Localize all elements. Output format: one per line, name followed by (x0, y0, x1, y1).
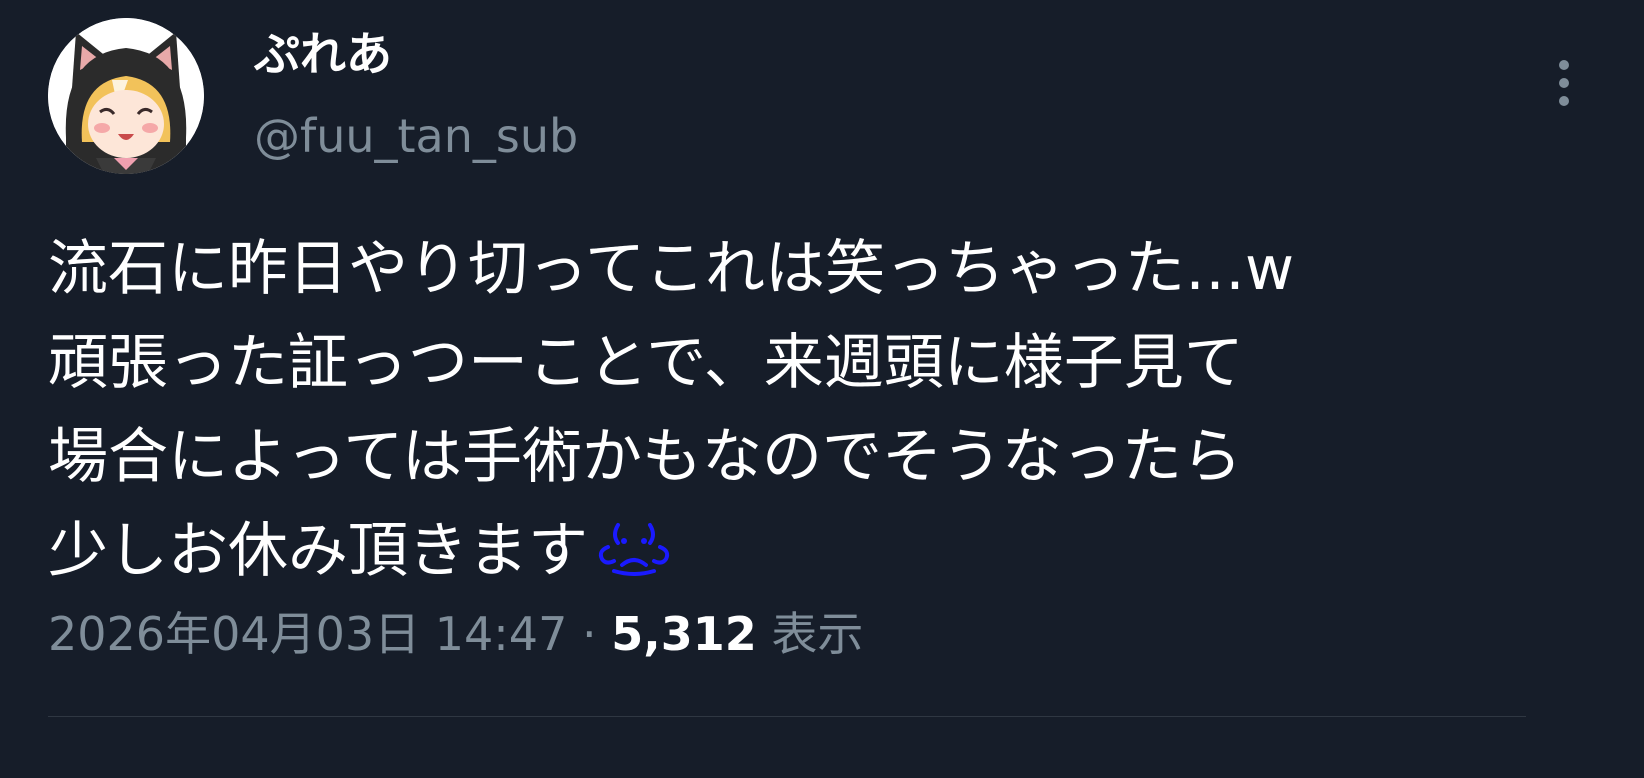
avatar-image (48, 18, 204, 174)
tweet-text-line-last: 少しお休み頂きます (48, 504, 1608, 598)
tweet-text: 流石に昨日やり切ってこれは笑っちゃった…w 頑張った証っつーことで、来週頭に様子… (48, 222, 1608, 598)
tweet: ぷれあ @fuu_tan_sub 流石に昨日やり切ってこれは笑っちゃった…w 頑… (0, 0, 1644, 778)
more-vertical-icon (1559, 60, 1569, 70)
views-count: 5,312 (611, 607, 757, 661)
views-label: 表示 (771, 607, 864, 661)
tweet-meta: 2026年04月03日 14:47 · 5,312 表示 (48, 604, 863, 664)
avatar[interactable] (48, 18, 204, 174)
more-vertical-icon-dot (1559, 96, 1569, 106)
crying-face-emoji-icon (598, 523, 670, 576)
tweet-time[interactable]: 14:47 (435, 607, 568, 661)
tweet-text-line: 流石に昨日やり切ってこれは笑っちゃった…w (48, 234, 1295, 304)
more-options-button[interactable] (1544, 48, 1584, 118)
tweet-text-line: 場合によっては手術かもなのでそうなったら (48, 422, 1242, 492)
divider (48, 716, 1526, 717)
user-handle[interactable]: @fuu_tan_sub (254, 108, 578, 164)
tweet-text-line: 頑張った証っつーことで、来週頭に様子見て (48, 328, 1244, 398)
tweet-text-line-content: 少しお休み頂きます (48, 516, 588, 586)
display-name[interactable]: ぷれあ (254, 26, 392, 82)
tweet-date[interactable]: 2026年04月03日 (48, 607, 420, 661)
more-vertical-icon-dot (1559, 78, 1569, 88)
meta-separator: · (581, 607, 597, 661)
